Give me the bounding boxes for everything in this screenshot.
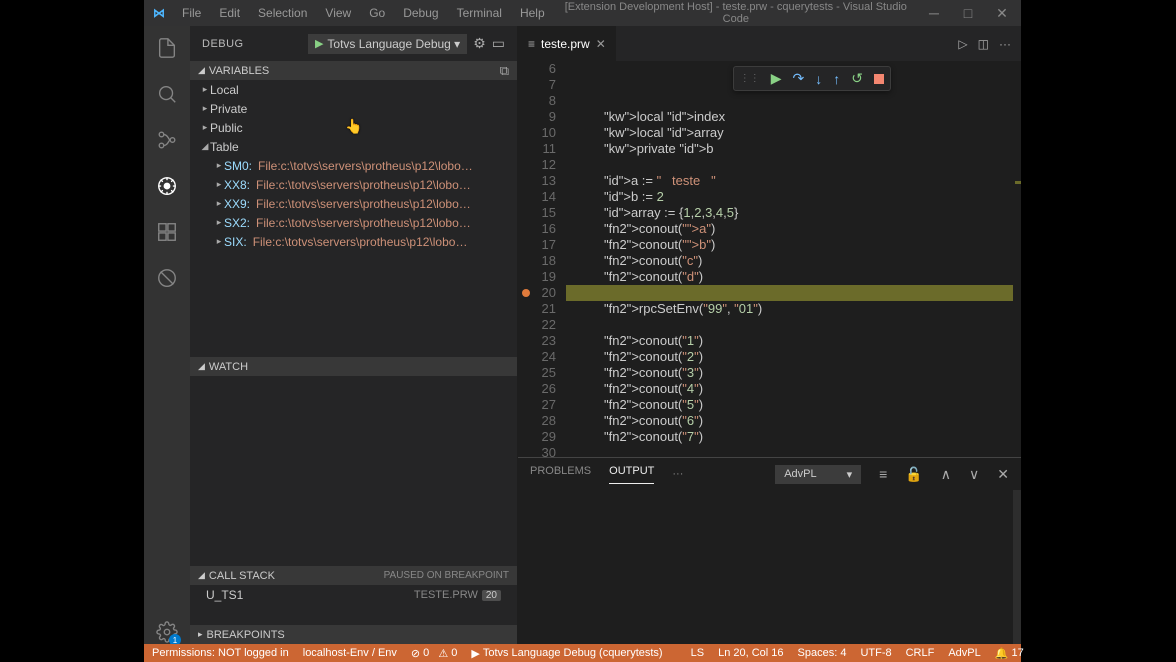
menu-selection[interactable]: Selection bbox=[250, 2, 315, 24]
table-row[interactable]: ▸XX8:File:c:\totvs\servers\protheus\p12\… bbox=[190, 175, 517, 194]
line-gutter: 6789101112131415161718192021222324252627… bbox=[518, 61, 566, 457]
stop-icon[interactable] bbox=[874, 74, 884, 84]
scrollbar[interactable] bbox=[1013, 490, 1021, 644]
status-eol[interactable]: CRLF bbox=[906, 647, 935, 659]
lock-scroll-icon[interactable]: 🔓 bbox=[905, 466, 922, 483]
maximize-button[interactable]: □ bbox=[953, 5, 983, 22]
status-debug[interactable]: ▶ Totvs Language Debug (cquerytests) bbox=[471, 647, 662, 660]
output-body[interactable] bbox=[518, 490, 1021, 644]
variables-header[interactable]: ◢VARIABLES ⧉ bbox=[190, 61, 517, 80]
step-into-icon[interactable]: ↓ bbox=[815, 71, 822, 87]
run-icon[interactable]: ▷ bbox=[958, 37, 967, 51]
output-channel-selector[interactable]: AdvPL▾ bbox=[775, 465, 861, 484]
vscode-icon: ⋈ bbox=[144, 6, 174, 20]
grip-icon[interactable]: ⋮⋮ bbox=[740, 73, 760, 84]
window-title: [Extension Development Host] - teste.prw… bbox=[553, 1, 919, 25]
menu-terminal[interactable]: Terminal bbox=[449, 2, 510, 24]
step-out-icon[interactable]: ↑ bbox=[833, 71, 840, 87]
status-position[interactable]: Ln 20, Col 16 bbox=[718, 647, 783, 659]
status-env[interactable]: localhost-Env / Env bbox=[303, 647, 397, 659]
scope-private[interactable]: ▸Private bbox=[190, 99, 517, 118]
menu-file[interactable]: File bbox=[174, 2, 209, 24]
code-content[interactable]: "kw">local "id">index"kw">local "id">arr… bbox=[566, 61, 1013, 457]
debug-header: DEBUG ▶Totvs Language Debug ▾ ⚙ ▭ bbox=[190, 26, 517, 61]
tab-label: teste.prw bbox=[541, 37, 590, 51]
editor-area: ≡ teste.prw ✕ ▷ ◫ ··· 678910111213141516… bbox=[518, 26, 1021, 644]
file-icon: ≡ bbox=[528, 37, 535, 51]
window-controls: ─ □ ✕ bbox=[919, 5, 1017, 22]
debug-toolbar[interactable]: ⋮⋮ ▶ ↷ ↓ ↑ ↺ bbox=[733, 66, 891, 91]
collapse-icon[interactable]: ⧉ bbox=[500, 63, 509, 79]
status-spaces[interactable]: Spaces: 4 bbox=[798, 647, 847, 659]
status-encoding[interactable]: UTF-8 bbox=[860, 647, 891, 659]
extensions-icon[interactable] bbox=[155, 220, 179, 244]
more-icon[interactable]: ··· bbox=[999, 37, 1011, 51]
table-row[interactable]: ▸SM0:File:c:\totvs\servers\protheus\p12\… bbox=[190, 156, 517, 175]
status-errors[interactable]: ⊘ 0 ⚠ 0 bbox=[411, 647, 457, 660]
app-window: ⋈ File Edit Selection View Go Debug Term… bbox=[144, 0, 1021, 644]
debug-sidebar: DEBUG ▶Totvs Language Debug ▾ ⚙ ▭ ◢VARIA… bbox=[190, 26, 518, 644]
scm-icon[interactable] bbox=[155, 128, 179, 152]
status-lang[interactable]: AdvPL bbox=[948, 647, 980, 659]
step-over-icon[interactable]: ↷ bbox=[793, 70, 805, 87]
bottom-panel: PROBLEMS OUTPUT ··· AdvPL▾ ≡ 🔓 ∧ ∨ ✕ bbox=[518, 457, 1021, 644]
search-icon[interactable] bbox=[155, 82, 179, 106]
variables-tree: ▸Local ▸Private ▸Public ◢Table ▸SM0:File… bbox=[190, 80, 517, 357]
explorer-icon[interactable] bbox=[155, 36, 179, 60]
menu-help[interactable]: Help bbox=[512, 2, 553, 24]
start-debug-icon: ▶ bbox=[315, 37, 323, 50]
status-bell[interactable]: 🔔 17 bbox=[995, 647, 1024, 660]
status-permissions[interactable]: Permissions: NOT logged in bbox=[152, 647, 289, 659]
panel-tabs: PROBLEMS OUTPUT ··· AdvPL▾ ≡ 🔓 ∧ ∨ ✕ bbox=[518, 458, 1021, 490]
gear-badge: 1 bbox=[169, 634, 181, 644]
close-button[interactable]: ✕ bbox=[987, 5, 1017, 22]
watch-header[interactable]: ◢WATCH bbox=[190, 357, 517, 376]
close-tab-icon[interactable]: ✕ bbox=[596, 37, 606, 51]
titlebar: ⋈ File Edit Selection View Go Debug Term… bbox=[144, 0, 1021, 26]
debug-label: DEBUG bbox=[202, 38, 302, 50]
menu-edit[interactable]: Edit bbox=[211, 2, 248, 24]
tab-bar: ≡ teste.prw ✕ ▷ ◫ ··· bbox=[518, 26, 1021, 61]
breakpoints-header[interactable]: ▸BREAKPOINTS bbox=[190, 625, 517, 644]
tab-teste[interactable]: ≡ teste.prw ✕ bbox=[518, 26, 616, 61]
code-editor[interactable]: 6789101112131415161718192021222324252627… bbox=[518, 61, 1021, 457]
minimap[interactable] bbox=[1013, 61, 1021, 457]
menu-go[interactable]: Go bbox=[361, 2, 393, 24]
callstack-header[interactable]: ◢CALL STACK PAUSED ON BREAKPOINT bbox=[190, 566, 517, 585]
clear-output-icon[interactable]: ≡ bbox=[879, 466, 887, 482]
table-row[interactable]: ▸SIX:File:c:\totvs\servers\protheus\p12\… bbox=[190, 232, 517, 251]
debug-config-selector[interactable]: ▶Totvs Language Debug ▾ bbox=[308, 34, 467, 54]
debug-settings-icon[interactable]: ⚙ bbox=[473, 35, 486, 52]
nosign-icon[interactable] bbox=[155, 266, 179, 290]
panel-down-icon[interactable]: ∨ bbox=[969, 466, 979, 483]
debug-console-icon[interactable]: ▭ bbox=[492, 35, 505, 52]
debug-icon[interactable] bbox=[155, 174, 179, 198]
callstack-list: U_TS1 TESTE.PRW 20 bbox=[190, 585, 517, 625]
more-panel-icon[interactable]: ··· bbox=[672, 468, 683, 480]
menu-view[interactable]: View bbox=[317, 2, 359, 24]
minimize-button[interactable]: ─ bbox=[919, 5, 949, 22]
continue-icon[interactable]: ▶ bbox=[771, 70, 782, 87]
status-bar: Permissions: NOT logged in localhost-Env… bbox=[144, 644, 1021, 662]
activity-bar: 1 bbox=[144, 26, 190, 644]
scope-public[interactable]: ▸Public bbox=[190, 118, 517, 137]
panel-close-icon[interactable]: ✕ bbox=[997, 466, 1009, 483]
restart-icon[interactable]: ↺ bbox=[851, 70, 863, 87]
menu-debug[interactable]: Debug bbox=[395, 2, 446, 24]
callstack-frame[interactable]: U_TS1 TESTE.PRW 20 bbox=[190, 585, 517, 605]
watch-list[interactable] bbox=[190, 376, 517, 566]
panel-up-icon[interactable]: ∧ bbox=[941, 466, 951, 483]
tab-problems[interactable]: PROBLEMS bbox=[530, 465, 591, 483]
table-row[interactable]: ▸XX9:File:c:\totvs\servers\protheus\p12\… bbox=[190, 194, 517, 213]
scope-local[interactable]: ▸Local bbox=[190, 80, 517, 99]
menubar: File Edit Selection View Go Debug Termin… bbox=[174, 2, 553, 24]
split-icon[interactable]: ◫ bbox=[978, 37, 989, 51]
table-row[interactable]: ▸SX2:File:c:\totvs\servers\protheus\p12\… bbox=[190, 213, 517, 232]
scope-table[interactable]: ◢Table bbox=[190, 137, 517, 156]
paused-label: PAUSED ON BREAKPOINT bbox=[384, 570, 509, 581]
status-ls[interactable]: LS bbox=[691, 647, 704, 659]
tab-output[interactable]: OUTPUT bbox=[609, 465, 654, 484]
settings-gear-icon[interactable]: 1 bbox=[155, 620, 179, 644]
